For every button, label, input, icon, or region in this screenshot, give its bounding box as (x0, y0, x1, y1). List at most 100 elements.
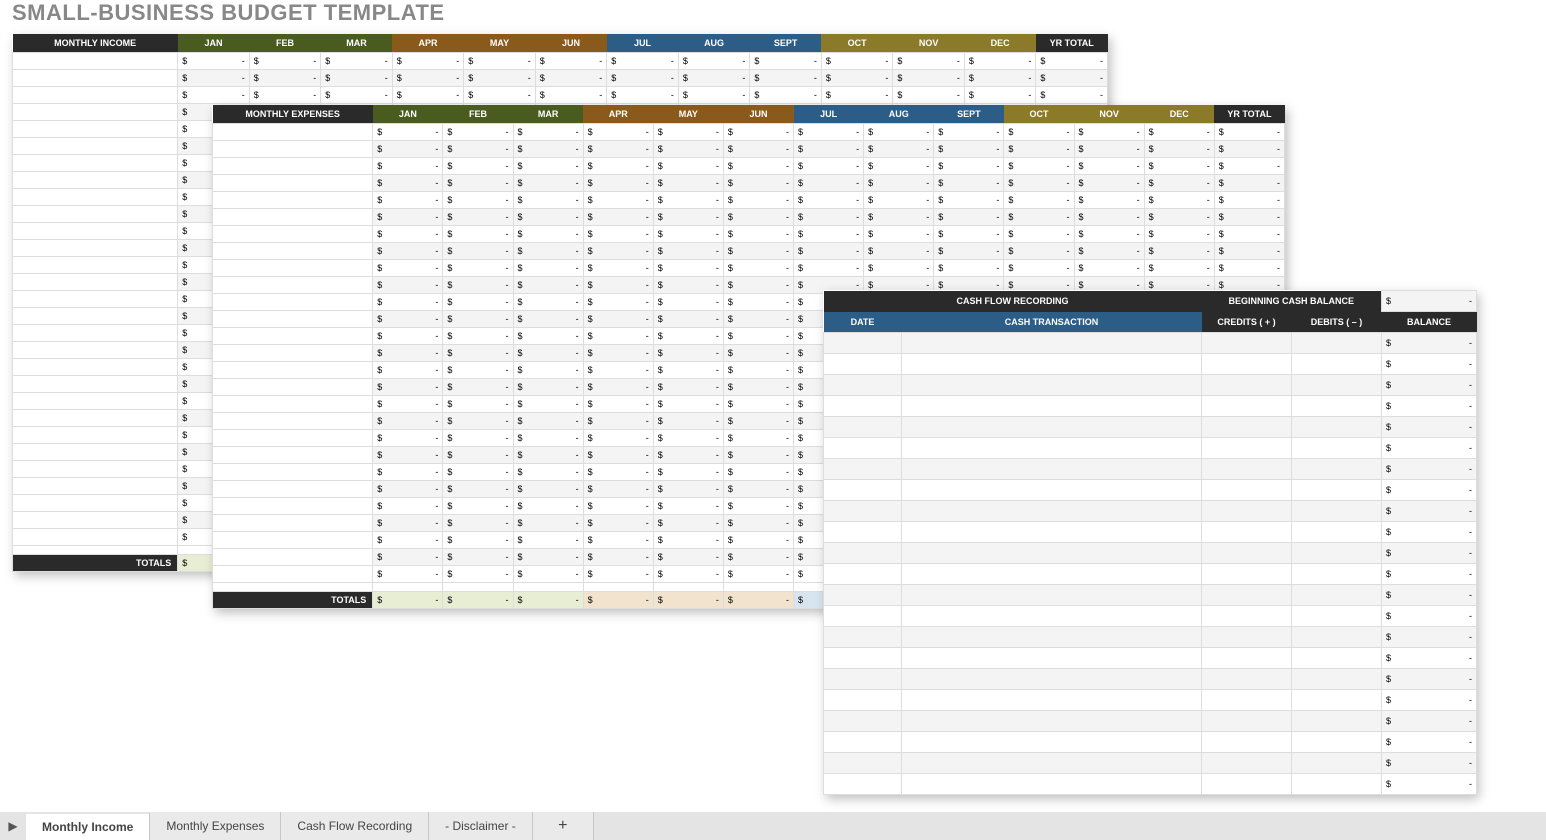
totals-cell[interactable]: $- (443, 592, 513, 609)
expenses-cell[interactable]: $- (373, 277, 443, 294)
expenses-cell[interactable]: $- (1214, 226, 1284, 243)
cf-date-cell[interactable] (824, 711, 902, 732)
expenses-cell[interactable]: $- (1074, 158, 1144, 175)
income-cell[interactable]: $- (821, 70, 893, 87)
expenses-cell[interactable]: $- (583, 430, 653, 447)
cf-balance-cell[interactable]: $- (1382, 480, 1477, 501)
expenses-cell[interactable]: $- (723, 226, 793, 243)
expenses-cell[interactable]: $- (373, 328, 443, 345)
expenses-cell[interactable]: $- (583, 243, 653, 260)
expenses-cell[interactable]: $- (513, 430, 583, 447)
expenses-cell[interactable]: $- (723, 209, 793, 226)
cf-transaction-cell[interactable] (902, 459, 1202, 480)
expenses-cell[interactable]: $- (583, 464, 653, 481)
expenses-cell[interactable]: $- (443, 192, 513, 209)
expenses-cell[interactable]: $- (864, 226, 934, 243)
expenses-cell[interactable]: $- (513, 447, 583, 464)
expenses-cell[interactable]: $- (583, 124, 653, 141)
cf-date-cell[interactable] (824, 669, 902, 690)
expenses-cell[interactable]: $- (583, 294, 653, 311)
expenses-cell[interactable]: $- (513, 532, 583, 549)
expenses-cell[interactable]: $- (443, 175, 513, 192)
cf-debits-cell[interactable] (1292, 606, 1382, 627)
expenses-cell[interactable]: $- (443, 396, 513, 413)
expenses-cell[interactable]: $- (653, 362, 723, 379)
cf-balance-cell[interactable]: $- (1382, 627, 1477, 648)
expenses-cell[interactable]: $- (583, 396, 653, 413)
income-cell[interactable]: $- (249, 70, 321, 87)
expenses-cell[interactable]: $- (373, 430, 443, 447)
income-cell[interactable]: $- (1036, 87, 1108, 104)
expenses-cell[interactable]: $- (1214, 175, 1284, 192)
cf-date-cell[interactable] (824, 732, 902, 753)
expenses-cell[interactable]: $- (373, 498, 443, 515)
expenses-cell[interactable]: $- (864, 175, 934, 192)
cf-transaction-cell[interactable] (902, 438, 1202, 459)
expenses-cell[interactable]: $- (794, 260, 864, 277)
income-label-cell[interactable] (13, 291, 178, 308)
cf-credits-cell[interactable] (1202, 501, 1292, 522)
expenses-cell[interactable]: $- (1074, 192, 1144, 209)
expenses-cell[interactable]: $- (723, 447, 793, 464)
expenses-cell[interactable]: $- (583, 209, 653, 226)
expenses-cell[interactable]: $- (864, 141, 934, 158)
cf-credits-cell[interactable] (1202, 480, 1292, 501)
income-label-cell[interactable] (13, 427, 178, 444)
cf-date-cell[interactable] (824, 522, 902, 543)
cf-debits-cell[interactable] (1292, 564, 1382, 585)
totals-cell[interactable]: $- (653, 592, 723, 609)
expenses-cell[interactable]: $- (1144, 209, 1214, 226)
expenses-cell[interactable]: $- (373, 447, 443, 464)
cf-date-cell[interactable] (824, 354, 902, 375)
totals-cell[interactable]: $- (513, 592, 583, 609)
expenses-cell[interactable]: $- (653, 175, 723, 192)
cf-date-cell[interactable] (824, 417, 902, 438)
expenses-cell[interactable]: $- (513, 209, 583, 226)
expenses-cell[interactable]: $- (864, 243, 934, 260)
expenses-cell[interactable]: $- (723, 362, 793, 379)
expenses-cell[interactable]: $- (373, 532, 443, 549)
cf-debits-cell[interactable] (1292, 417, 1382, 438)
expenses-cell[interactable]: $- (723, 345, 793, 362)
expenses-cell[interactable]: $- (513, 175, 583, 192)
expenses-cell[interactable]: $- (1004, 209, 1074, 226)
income-label-cell[interactable] (13, 87, 178, 104)
expenses-cell[interactable]: $- (513, 515, 583, 532)
cf-transaction-cell[interactable] (902, 711, 1202, 732)
expenses-cell[interactable]: $- (723, 294, 793, 311)
expenses-cell[interactable]: $- (653, 396, 723, 413)
cf-balance-cell[interactable]: $- (1382, 333, 1477, 354)
cf-transaction-cell[interactable] (902, 501, 1202, 522)
expenses-cell[interactable]: $- (723, 566, 793, 583)
cf-date-cell[interactable] (824, 690, 902, 711)
expenses-cell[interactable]: $- (1004, 175, 1074, 192)
cf-date-cell[interactable] (824, 459, 902, 480)
expenses-cell[interactable]: $- (1074, 124, 1144, 141)
totals-cell[interactable]: $- (583, 592, 653, 609)
expenses-cell[interactable]: $- (443, 430, 513, 447)
cf-transaction-cell[interactable] (902, 564, 1202, 585)
income-cell[interactable]: $- (392, 87, 464, 104)
cf-date-cell[interactable] (824, 480, 902, 501)
expenses-label-cell[interactable] (213, 141, 373, 158)
income-label-cell[interactable] (13, 546, 178, 555)
expenses-cell[interactable]: $- (653, 226, 723, 243)
expenses-cell[interactable]: $- (864, 158, 934, 175)
expenses-cell[interactable]: $- (513, 549, 583, 566)
expenses-cell[interactable]: $- (653, 379, 723, 396)
expenses-cell[interactable]: $- (864, 260, 934, 277)
income-cell[interactable]: $- (678, 53, 750, 70)
expenses-cell[interactable]: $- (583, 515, 653, 532)
cf-credits-cell[interactable] (1202, 543, 1292, 564)
cf-transaction-cell[interactable] (902, 417, 1202, 438)
cf-credits-cell[interactable] (1202, 585, 1292, 606)
cf-balance-cell[interactable]: $- (1382, 753, 1477, 774)
expenses-cell[interactable]: $- (373, 464, 443, 481)
expenses-cell[interactable]: $- (723, 192, 793, 209)
expenses-cell[interactable]: $- (583, 311, 653, 328)
cf-balance-cell[interactable]: $- (1382, 543, 1477, 564)
expenses-cell[interactable]: $- (723, 515, 793, 532)
expenses-cell[interactable]: $- (583, 141, 653, 158)
cf-date-cell[interactable] (824, 606, 902, 627)
expenses-cell[interactable]: $- (723, 141, 793, 158)
